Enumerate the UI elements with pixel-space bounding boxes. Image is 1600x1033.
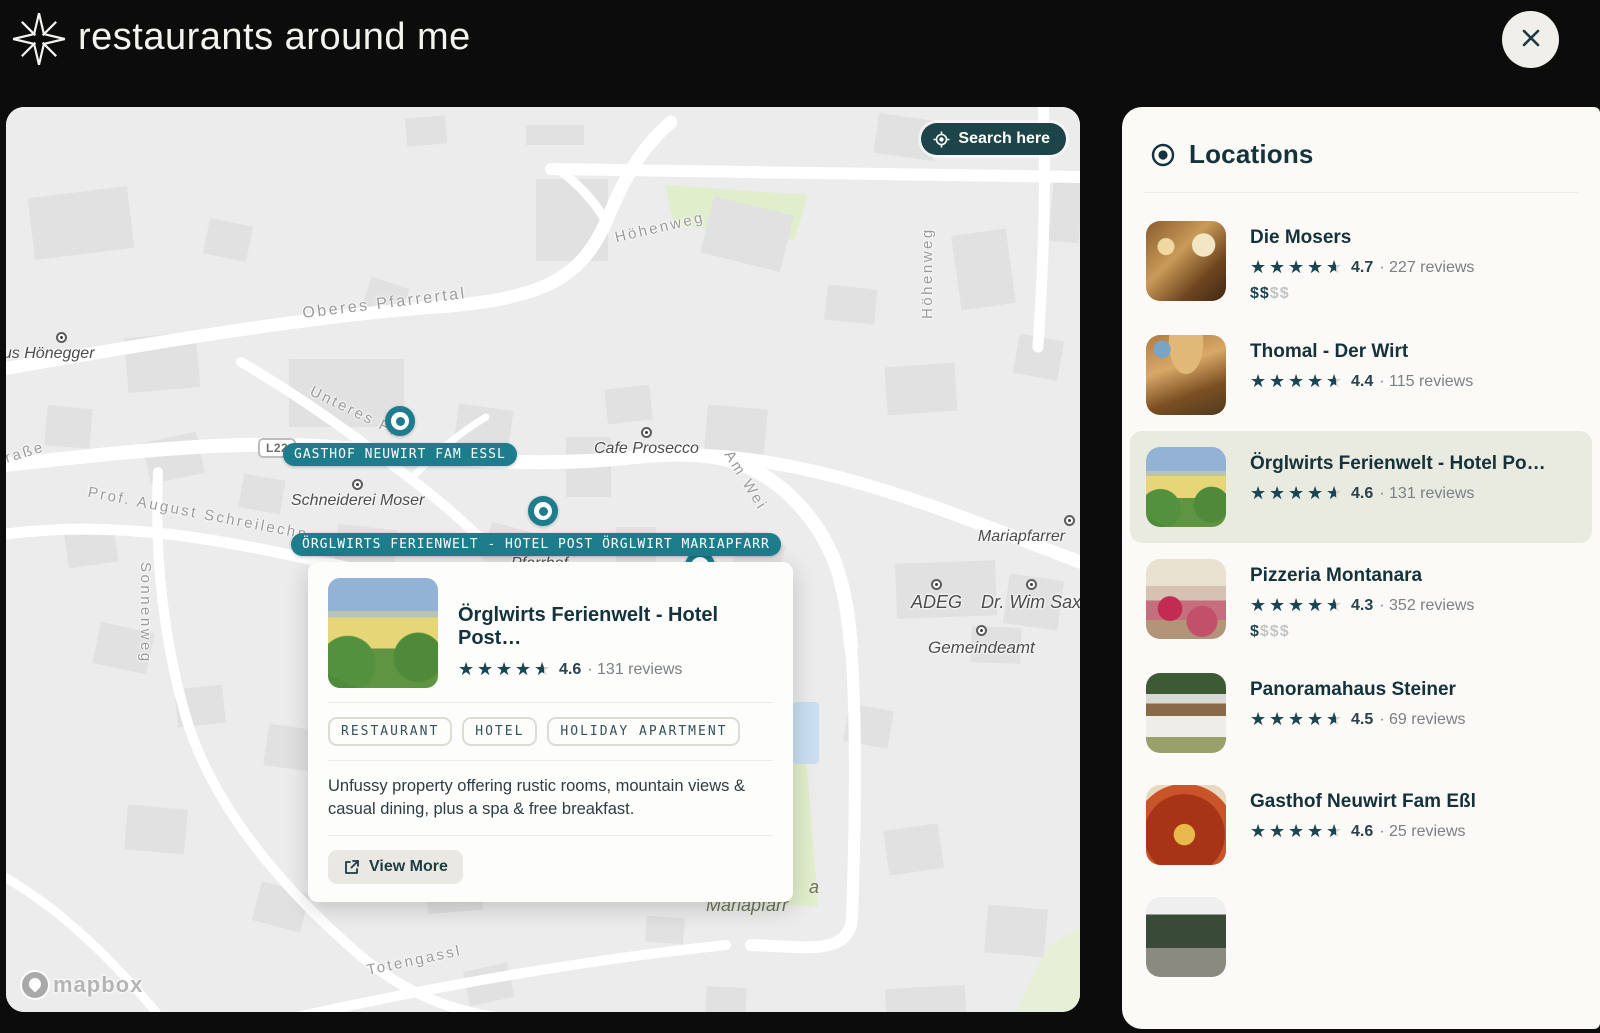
area-label: a [809,877,819,898]
close-icon [1519,26,1543,53]
map-pill-oerglwirts[interactable]: ÖRGLWIRTS FERIENWELT - HOTEL POST ÖRGLWI… [291,533,781,556]
location-photo [1146,335,1226,415]
divider [328,702,773,703]
mapbox-icon [22,972,48,998]
location-photo [1146,447,1226,527]
search-here-button[interactable]: Search here [921,123,1066,155]
review-count: · 131 reviews [587,661,682,679]
poi-label: Mariapfarrer [968,515,1075,546]
poi-label: Cafe Prosecco [594,427,699,458]
map-marker-gasthof[interactable] [385,406,415,436]
star-rating: ★★★★★★★★★★ [1250,710,1345,729]
poi-label: Dr. Wim Sax [981,579,1080,613]
list-item-die-mosers[interactable]: Die Mosers ★★★★★★★★★★ 4.7 · 227 reviews … [1130,205,1592,319]
close-button[interactable] [1502,11,1559,68]
poi-label: ADEG [911,579,962,613]
locations-list: Die Mosers ★★★★★★★★★★ 4.7 · 227 reviews … [1122,193,1600,993]
poi-dot-icon [352,479,363,490]
divider [328,760,773,761]
app-logo-star-icon [12,12,66,66]
external-link-icon [343,859,360,876]
locations-sidebar: Locations Die Mosers ★★★★★★★★★★ 4.7 · 22… [1122,107,1600,1029]
poi-dot-icon [931,579,942,590]
star-rating: ★★★★★★★★★★ [1250,484,1345,503]
mapbox-wordmark: mapbox [53,972,143,998]
poi-label: Gemeindeamt [928,625,1035,658]
location-photo [1146,559,1226,639]
location-photo [1146,673,1226,753]
location-photo [1146,897,1226,977]
star-rating: ★★★★★★★★★★ [1250,372,1345,391]
category-tag: RESTAURANT [328,717,452,746]
sidebar-title: Locations [1189,139,1314,170]
page-title: restaurants around me [78,16,471,59]
star-rating: ★★★★★★★★★★ [1250,596,1345,615]
popup-photo [328,578,438,688]
star-rating: ★★★★★★★★★★ [1250,822,1345,841]
star-rating: ★★★★★★★★★★ [1250,258,1345,277]
street-label: Sonnenweg [137,562,154,664]
list-item-panoramahaus[interactable]: Panoramahaus Steiner ★★★★★★★★★★ 4.5 · 69… [1130,657,1592,769]
category-tag: HOLIDAY APARTMENT [547,717,740,746]
list-item-pizzeria-montanara[interactable]: Pizzeria Montanara ★★★★★★★★★★ 4.3 · 352 … [1130,543,1592,657]
locations-target-icon [1150,142,1176,168]
rating-value: 4.6 [559,661,581,679]
popup-description: Unfussy property offering rustic rooms, … [328,775,773,821]
crosshair-icon [933,131,950,148]
price-level: $$$$ [1250,285,1474,303]
map[interactable]: Oberes Pfarrertal Unteres Pf Höhenweg Hö… [6,107,1080,1012]
view-more-button[interactable]: View More [328,850,463,884]
star-rating: ★★★★★★★★★★ [458,660,553,679]
poi-dot-icon [1064,515,1075,526]
location-photo [1146,221,1226,301]
category-tag: HOTEL [462,717,537,746]
location-popup: Örglwirts Ferienwelt - Hotel Post… ★★★★★… [308,562,793,902]
list-item-gasthof-neuwirt[interactable]: Gasthof Neuwirt Fam Eßl ★★★★★★★★★★ 4.6 ·… [1130,769,1592,881]
poi-label: aus Hönegger [6,332,95,363]
popup-title: Örglwirts Ferienwelt - Hotel Post… [458,604,773,650]
map-attribution[interactable]: mapbox [22,972,143,998]
list-item-oerglwirts[interactable]: Örglwirts Ferienwelt - Hotel Po… ★★★★★★★… [1130,431,1592,543]
list-item-thomal[interactable]: Thomal - Der Wirt ★★★★★★★★★★ 4.4 · 115 r… [1130,319,1592,431]
app-header: restaurants around me [0,0,1600,107]
location-photo [1146,785,1226,865]
map-pill-gasthof[interactable]: GASTHOF NEUWIRT FAM ESSL [283,443,517,466]
price-level: $$$$ [1250,623,1474,641]
poi-dot-icon [641,427,652,438]
list-item-partial[interactable] [1130,881,1592,993]
map-marker-oerglwirts[interactable] [528,496,558,526]
divider [328,835,773,836]
poi-dot-icon [56,332,67,343]
street-label: Höhenweg [919,227,936,319]
poi-label: Schneiderei Moser [291,479,424,510]
poi-dot-icon [976,625,987,636]
poi-dot-icon [1026,579,1037,590]
